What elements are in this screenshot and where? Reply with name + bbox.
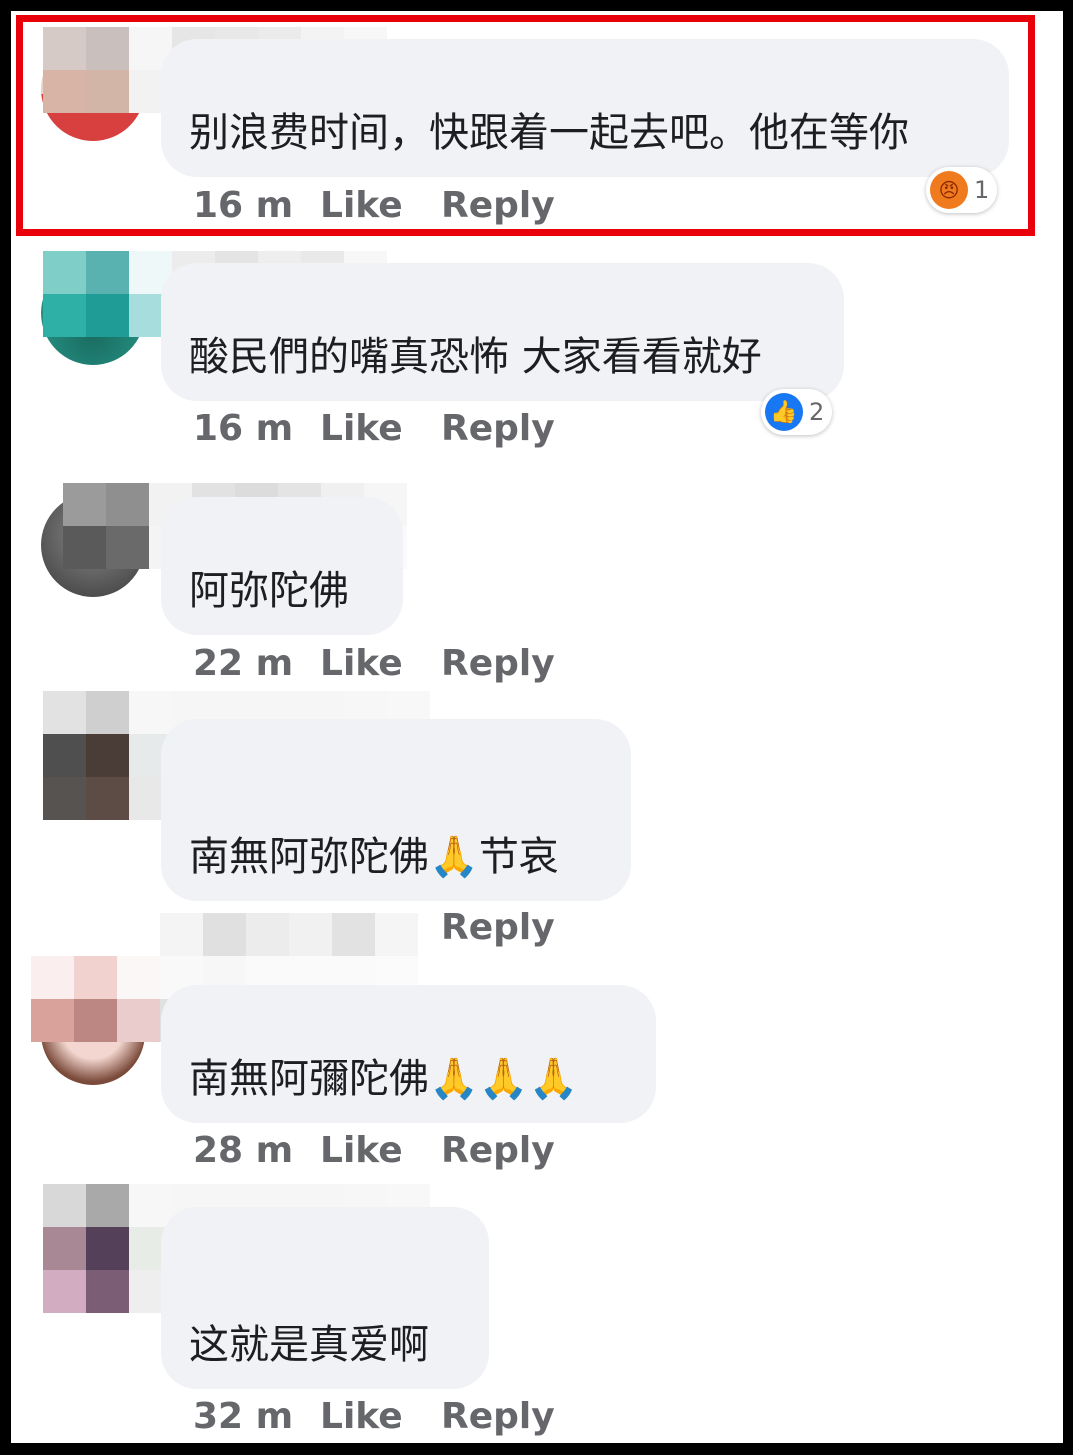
timestamp[interactable]: 28 m: [193, 1130, 293, 1171]
like-button[interactable]: Like: [320, 408, 403, 449]
comment-text: 阿弥陀佛: [189, 568, 349, 614]
reply-button[interactable]: Reply: [441, 1396, 555, 1437]
comment-text: 南無阿弥陀佛🙏节哀: [189, 833, 559, 881]
thumbs-up-icon: 👍: [765, 393, 803, 431]
reaction-badge[interactable]: 👍 2: [761, 389, 833, 435]
like-button[interactable]: Like: [320, 643, 403, 684]
highlight-box: [16, 15, 1035, 236]
praying-hands-icon: 🙏🙏🙏: [429, 1056, 579, 1102]
reply-button[interactable]: Reply: [441, 907, 555, 948]
like-button[interactable]: Like: [320, 1130, 403, 1171]
comment-text-main: 南無阿彌陀佛: [189, 1056, 429, 1102]
timestamp[interactable]: 16 m: [193, 408, 293, 449]
reply-button[interactable]: Reply: [441, 408, 555, 449]
reply-button[interactable]: Reply: [441, 643, 555, 684]
comment-text-suffix: 节哀: [478, 834, 559, 880]
timestamp[interactable]: 32 m: [193, 1396, 293, 1437]
like-button[interactable]: Like: [320, 1396, 403, 1437]
comment-text: 酸民們的嘴真恐怖 大家看看就好: [189, 334, 762, 380]
praying-hands-icon: 🙏: [429, 834, 479, 880]
comment-thread: 别浪费时间，快跟着一起去吧。他在等你 16 m Like Reply 😠 1 酸…: [11, 11, 1063, 1443]
reply-button[interactable]: Reply: [441, 1130, 555, 1171]
reaction-count: 2: [809, 398, 825, 426]
comment-text: 南無阿彌陀佛🙏🙏🙏: [189, 1055, 578, 1103]
comment-text: 这就是真爱啊: [189, 1322, 429, 1368]
timestamp[interactable]: 22 m: [193, 643, 293, 684]
comment-text-main: 南無阿弥陀佛: [189, 834, 429, 880]
